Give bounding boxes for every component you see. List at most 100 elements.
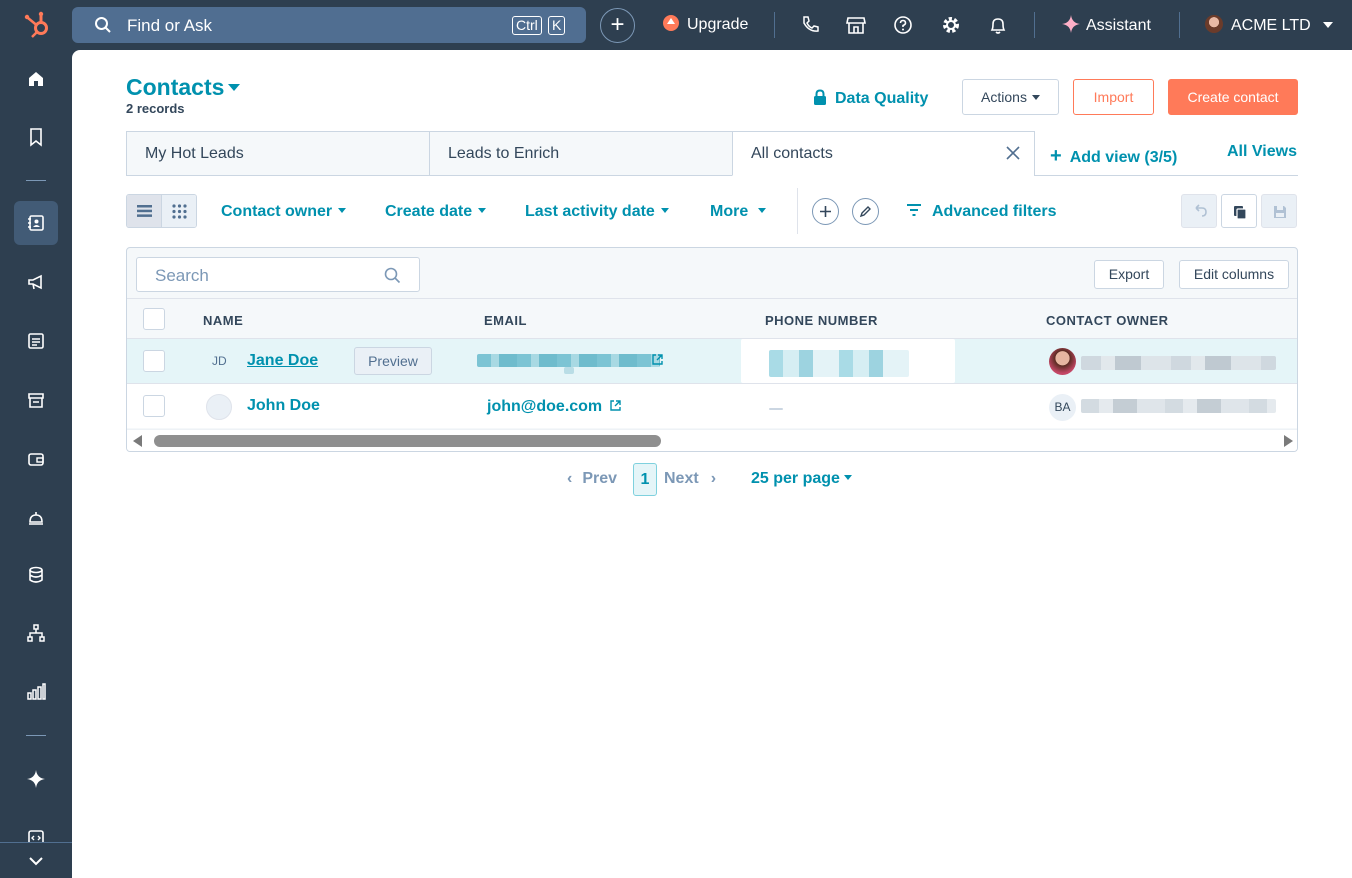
add-view-button[interactable]: + Add view (3/5) [1050, 145, 1177, 168]
avatar [1205, 15, 1223, 33]
select-all-checkbox[interactable] [143, 308, 165, 330]
horizontal-scrollbar[interactable] [127, 429, 1297, 451]
import-button[interactable]: Import [1073, 79, 1154, 115]
sidebar-item-commerce[interactable] [14, 378, 58, 422]
search-icon [95, 17, 111, 33]
chevron-down-icon [1322, 22, 1333, 28]
column-header-owner[interactable]: CONTACT OWNER [1046, 313, 1169, 328]
phone-icon[interactable] [799, 14, 821, 36]
chevron-right-icon: › [710, 470, 717, 487]
contact-owner-filter[interactable]: Contact owner [221, 203, 347, 221]
sidebar-item-reporting[interactable] [14, 670, 58, 714]
assistant-label: Assistant [1086, 17, 1151, 34]
table-view-button[interactable] [127, 195, 162, 227]
preview-button[interactable]: Preview [354, 347, 432, 375]
search-icon [384, 267, 401, 284]
create-contact-button[interactable]: Create contact [1168, 79, 1298, 115]
row-checkbox[interactable] [143, 350, 165, 372]
next-page-button[interactable]: Next › [664, 470, 716, 488]
plus-icon [820, 206, 831, 217]
close-icon[interactable] [1006, 146, 1020, 160]
email-text: john@doe.com [487, 398, 603, 415]
sidebar-item-data[interactable] [14, 553, 58, 597]
sidebar-item-bookmarks[interactable] [14, 115, 58, 159]
reset-view-button[interactable] [1181, 194, 1217, 228]
export-button[interactable]: Export [1094, 260, 1164, 289]
external-link-icon[interactable] [652, 354, 663, 365]
chevron-down-icon [228, 84, 241, 91]
help-icon[interactable] [892, 14, 914, 36]
tab-all-contacts[interactable]: All contacts [732, 131, 1035, 176]
sidebar-item-development[interactable] [14, 816, 58, 842]
data-quality-button[interactable]: Data Quality [813, 89, 928, 108]
global-search-input[interactable]: Find or Ask Ctrl K [72, 7, 586, 43]
prev-page-button[interactable]: ‹ Prev [567, 470, 617, 488]
clone-view-button[interactable] [1221, 194, 1257, 228]
row-checkbox[interactable] [143, 395, 165, 417]
save-view-button[interactable] [1261, 194, 1297, 228]
filter-label: Create date [385, 203, 473, 220]
workflow-icon [27, 624, 45, 642]
scroll-left-arrow-icon[interactable] [133, 435, 142, 447]
redacted-phone [769, 350, 909, 377]
redacted-owner-name [1081, 399, 1276, 413]
account-menu[interactable]: ACME LTD [1205, 15, 1333, 35]
prev-label: Prev [582, 470, 618, 487]
more-filters-button[interactable]: More [710, 203, 767, 221]
sidebar-item-home[interactable] [14, 57, 58, 101]
create-new-button[interactable]: + [600, 8, 635, 43]
sidebar-item-breeze[interactable] [14, 757, 58, 801]
sidebar-item-service[interactable] [14, 495, 58, 539]
megaphone-icon [28, 274, 42, 290]
board-view-button[interactable] [162, 195, 196, 227]
sidebar-item-automation[interactable] [14, 611, 58, 655]
upgrade-button[interactable]: Upgrade [663, 15, 748, 34]
record-count: 2 records [126, 101, 185, 116]
sidebar-expand-toggle[interactable] [0, 842, 72, 878]
add-filter-button[interactable] [812, 198, 839, 225]
marketplace-icon[interactable] [845, 14, 867, 36]
actions-label: Actions [981, 89, 1027, 105]
chevron-down-icon [843, 475, 852, 480]
bar-chart-icon [27, 683, 46, 700]
sidebar-item-content[interactable] [14, 319, 58, 363]
edit-columns-button[interactable]: Edit columns [1179, 260, 1289, 289]
all-views-link[interactable]: All Views [1227, 143, 1297, 161]
gear-icon[interactable] [940, 14, 962, 36]
page-title[interactable]: Contacts [126, 74, 241, 101]
actions-button[interactable]: Actions [962, 79, 1059, 115]
sidebar-item-marketing[interactable] [14, 260, 58, 304]
table-row: JD Jane Doe Preview [127, 338, 1297, 383]
tab-my-hot-leads[interactable]: My Hot Leads [126, 131, 430, 176]
add-view-label: Add view (3/5) [1069, 149, 1178, 166]
redacted-owner-name [1081, 356, 1276, 370]
tab-label: My Hot Leads [145, 145, 244, 162]
current-page-button[interactable]: 1 [633, 463, 657, 496]
filter-icon [907, 204, 921, 216]
sidebar-item-payments[interactable] [14, 437, 58, 481]
tab-label: All contacts [751, 145, 833, 162]
sidebar-item-crm[interactable] [14, 201, 58, 245]
upgrade-icon [663, 15, 679, 31]
column-header-email[interactable]: EMAIL [484, 313, 527, 328]
per-page-dropdown[interactable]: 25 per page [751, 470, 852, 488]
bell-icon[interactable] [987, 14, 1009, 36]
scrollbar-thumb[interactable] [154, 435, 661, 447]
last-activity-date-filter[interactable]: Last activity date [525, 203, 669, 221]
advanced-filters-button[interactable]: Advanced filters [906, 203, 1056, 221]
hubspot-logo[interactable] [22, 10, 52, 40]
service-bell-icon [29, 512, 43, 525]
column-header-name[interactable]: NAME [203, 313, 243, 328]
contact-name-link[interactable]: Jane Doe [247, 352, 318, 370]
tab-leads-to-enrich[interactable]: Leads to Enrich [429, 131, 733, 176]
assistant-button[interactable]: Assistant [1062, 15, 1151, 35]
table-search-input[interactable]: Search [136, 257, 420, 292]
owner-avatar: BA [1049, 394, 1076, 421]
contact-name-link[interactable]: John Doe [247, 397, 320, 415]
column-header-phone[interactable]: PHONE NUMBER [765, 313, 878, 328]
scroll-right-arrow-icon[interactable] [1284, 435, 1293, 447]
create-date-filter[interactable]: Create date [385, 203, 487, 221]
divider [774, 12, 775, 38]
edit-filters-button[interactable] [852, 198, 879, 225]
email-link[interactable]: john@doe.com [487, 398, 621, 416]
